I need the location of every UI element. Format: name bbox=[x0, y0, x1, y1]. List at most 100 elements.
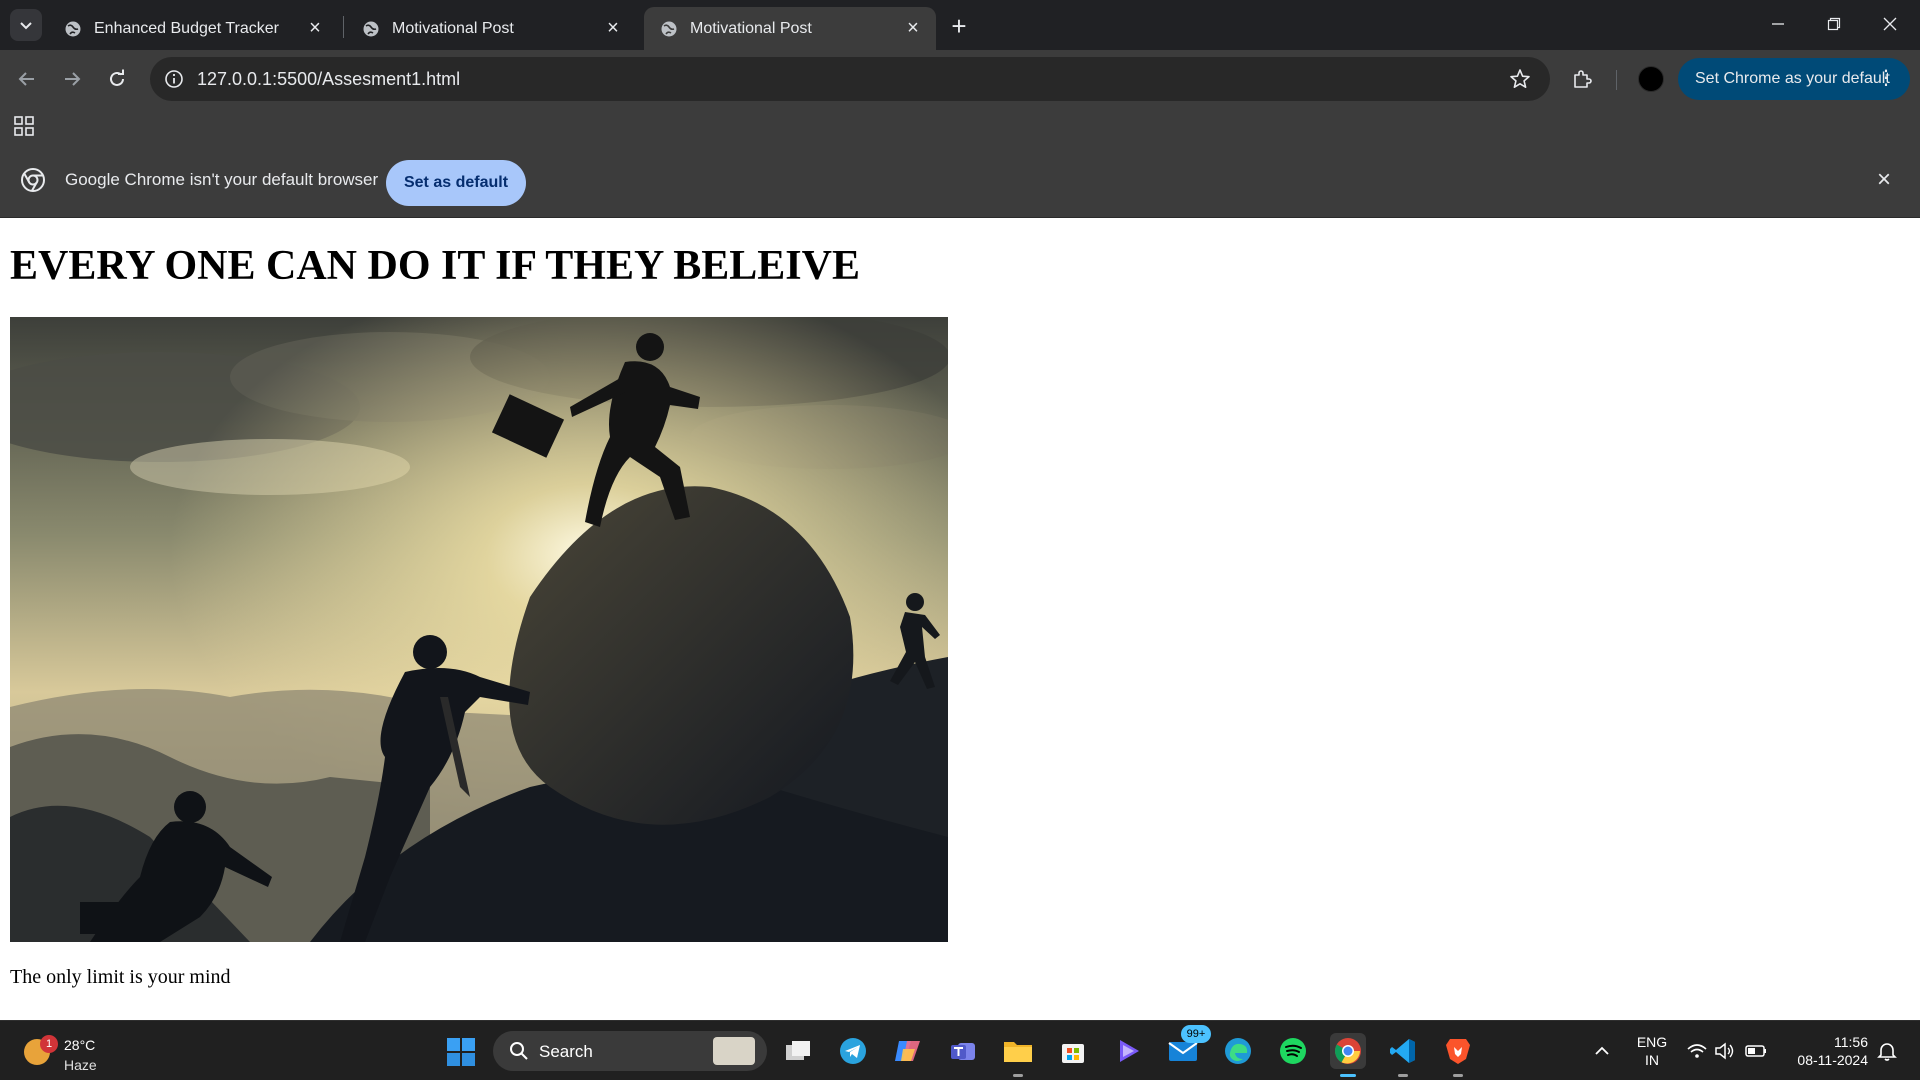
page-content: EVERY ONE CAN DO IT IF THEY BELEIVE The … bbox=[0, 218, 1920, 1020]
weather-condition: Haze bbox=[64, 1057, 97, 1073]
close-infobar-icon[interactable]: × bbox=[1870, 166, 1898, 194]
copilot-app[interactable] bbox=[890, 1033, 926, 1069]
search-highlight-image bbox=[713, 1037, 755, 1065]
battery-icon bbox=[1745, 1045, 1766, 1057]
tab-search-button[interactable] bbox=[10, 9, 42, 41]
teams-app[interactable] bbox=[945, 1033, 981, 1069]
close-icon bbox=[1883, 17, 1897, 31]
close-window-button[interactable] bbox=[1862, 0, 1918, 48]
globe-icon bbox=[362, 20, 380, 38]
set-chrome-default-button[interactable]: Set Chrome as your default ⋮ bbox=[1678, 58, 1910, 100]
notification-badge: 1 bbox=[40, 1035, 58, 1053]
restore-icon bbox=[1827, 17, 1841, 31]
search-icon bbox=[510, 1042, 528, 1060]
play-icon bbox=[1120, 1040, 1139, 1062]
reload-icon bbox=[110, 69, 124, 86]
tab-separator bbox=[343, 16, 344, 38]
back-button[interactable] bbox=[10, 62, 44, 96]
weather-widget[interactable]: 1 28°C Haze bbox=[22, 1029, 102, 1073]
taskbar-search[interactable]: Search bbox=[493, 1031, 767, 1071]
edge-app[interactable] bbox=[1220, 1033, 1256, 1069]
running-indicator bbox=[1453, 1074, 1463, 1077]
folder-icon bbox=[1004, 1042, 1032, 1062]
site-info-icon[interactable] bbox=[162, 67, 186, 91]
chrome-icon bbox=[1335, 1038, 1361, 1064]
running-indicator bbox=[1398, 1074, 1408, 1077]
chevron-down-icon bbox=[20, 22, 32, 30]
running-indicator bbox=[1013, 1074, 1023, 1077]
mail-count-badge: 99+ bbox=[1181, 1025, 1211, 1043]
tab-enhanced-budget-tracker[interactable]: Enhanced Budget Tracker × bbox=[48, 7, 338, 50]
tab-title: Enhanced Budget Tracker bbox=[94, 19, 280, 37]
tab-title: Motivational Post bbox=[392, 19, 514, 37]
forward-button[interactable] bbox=[55, 62, 89, 96]
spotify-icon bbox=[1280, 1038, 1306, 1064]
input-language-indicator[interactable]: ENG IN bbox=[1634, 1033, 1670, 1069]
task-view-icon bbox=[786, 1041, 810, 1060]
apps-grid-icon[interactable] bbox=[12, 114, 36, 138]
language-code: ENG bbox=[1636, 1034, 1668, 1050]
taskbar-clock[interactable]: 11:56 08-11-2024 bbox=[1778, 1033, 1868, 1069]
windows-taskbar: 1 28°C Haze Search 99+ ENG IN 11:56 08-1… bbox=[0, 1020, 1920, 1080]
close-tab-icon[interactable]: × bbox=[600, 16, 626, 42]
brave-app[interactable] bbox=[1440, 1033, 1476, 1077]
default-browser-infobar: Google Chrome isn't your default browser… bbox=[0, 142, 1920, 218]
volume-icon bbox=[1715, 1042, 1734, 1060]
telegram-icon bbox=[840, 1038, 866, 1064]
globe-icon bbox=[660, 20, 678, 38]
infobar-message: Google Chrome isn't your default browser bbox=[65, 170, 379, 189]
spotify-app[interactable] bbox=[1275, 1033, 1311, 1069]
teams-icon bbox=[951, 1043, 975, 1060]
globe-icon bbox=[64, 20, 82, 38]
browser-toolbar: 127.0.0.1:5500/Assesment1.html Set Chrom… bbox=[0, 50, 1920, 108]
url-text[interactable]: 127.0.0.1:5500/Assesment1.html bbox=[197, 69, 460, 90]
new-tab-button[interactable]: + bbox=[944, 11, 974, 41]
profile-avatar[interactable] bbox=[1638, 66, 1664, 92]
toolbar-divider bbox=[1616, 70, 1617, 90]
wifi-icon bbox=[1687, 1044, 1707, 1058]
clock-time: 11:56 bbox=[1834, 1034, 1868, 1050]
weather-temperature: 28°C bbox=[64, 1037, 96, 1053]
store-icon bbox=[1062, 1044, 1084, 1063]
motivational-image bbox=[10, 317, 948, 942]
search-label: Search bbox=[539, 1042, 593, 1061]
chevron-up-icon bbox=[1595, 1046, 1609, 1055]
extensions-button[interactable] bbox=[1566, 62, 1600, 96]
brave-icon bbox=[1446, 1039, 1470, 1064]
page-heading: EVERY ONE CAN DO IT IF THEY BELEIVE bbox=[10, 243, 860, 289]
chrome-logo-icon bbox=[20, 167, 46, 193]
tab-title: Motivational Post bbox=[690, 19, 812, 37]
show-hidden-icons-button[interactable] bbox=[1592, 1041, 1612, 1061]
restore-button[interactable] bbox=[1806, 0, 1862, 48]
task-view-button[interactable] bbox=[780, 1033, 816, 1069]
tab-motivational-post[interactable]: Motivational Post × bbox=[346, 7, 636, 50]
close-tab-icon[interactable]: × bbox=[900, 16, 926, 42]
file-explorer-app[interactable] bbox=[1000, 1033, 1036, 1077]
arrow-left-icon bbox=[18, 72, 34, 86]
telegram-app[interactable] bbox=[835, 1033, 871, 1069]
bookmark-star-icon[interactable] bbox=[1508, 67, 1532, 91]
reload-button[interactable] bbox=[100, 62, 134, 96]
clock-date: 08-11-2024 bbox=[1797, 1052, 1868, 1068]
notifications-bell-icon[interactable] bbox=[1876, 1040, 1898, 1062]
arrow-right-icon bbox=[65, 72, 81, 86]
edge-icon bbox=[1225, 1038, 1251, 1064]
set-as-default-button[interactable]: Set as default bbox=[386, 160, 526, 206]
system-tray-icons[interactable] bbox=[1686, 1041, 1770, 1061]
close-tab-icon[interactable]: × bbox=[302, 16, 328, 42]
windows-logo-icon bbox=[447, 1038, 475, 1066]
mail-app[interactable]: 99+ bbox=[1165, 1025, 1211, 1069]
address-bar[interactable]: 127.0.0.1:5500/Assesment1.html bbox=[150, 57, 1550, 101]
copilot-icon bbox=[895, 1041, 920, 1061]
media-player-app[interactable] bbox=[1110, 1033, 1146, 1069]
minimize-button[interactable] bbox=[1750, 0, 1806, 48]
chrome-app[interactable] bbox=[1330, 1033, 1366, 1077]
tab-motivational-post-active[interactable]: Motivational Post × bbox=[644, 7, 936, 50]
language-region: IN bbox=[1645, 1052, 1659, 1068]
more-menu-icon[interactable]: ⋮ bbox=[1876, 68, 1896, 88]
start-button[interactable] bbox=[446, 1037, 476, 1067]
set-chrome-default-label: Set Chrome as your default bbox=[1695, 70, 1890, 87]
vscode-app[interactable] bbox=[1385, 1033, 1421, 1077]
microsoft-store-app[interactable] bbox=[1055, 1033, 1091, 1069]
bookmarks-bar bbox=[0, 108, 1920, 142]
